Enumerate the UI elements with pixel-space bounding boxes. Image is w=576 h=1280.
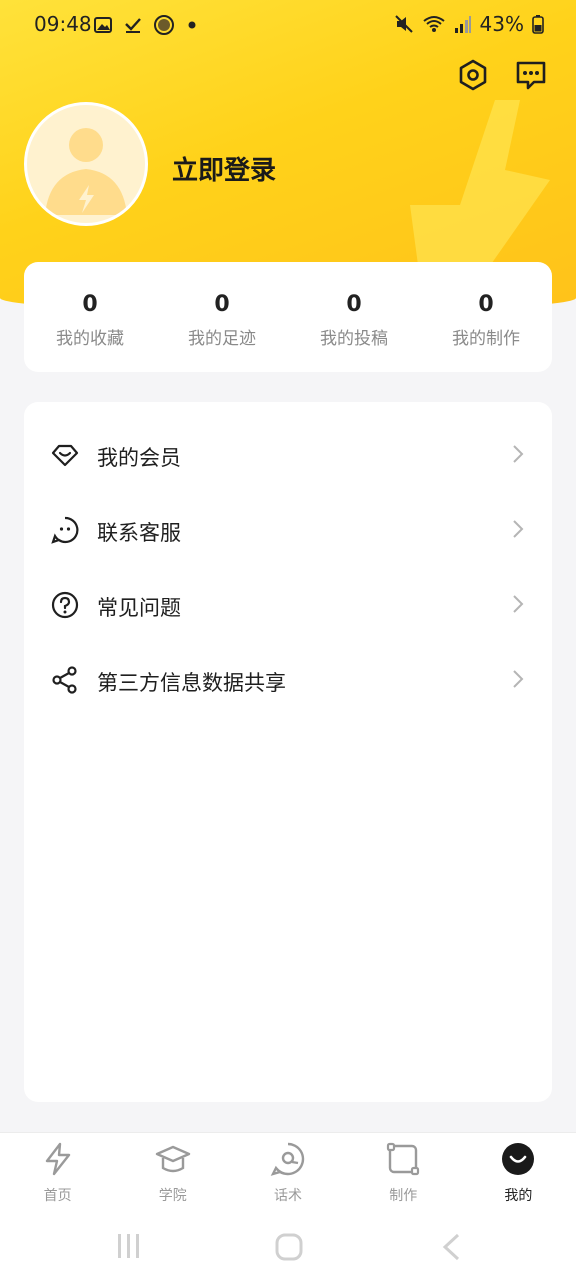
- default-avatar-icon: [45, 128, 127, 215]
- stat-submissions[interactable]: 0 我的投稿: [288, 262, 420, 372]
- circle-app-icon: [154, 15, 174, 35]
- menu-card: 我的会员 联系客服 常见问题 第三方信息数据共享: [24, 402, 552, 1102]
- tab-create[interactable]: 制作: [346, 1133, 461, 1217]
- tab-home[interactable]: 首页: [0, 1133, 115, 1217]
- chevron-right-icon: [513, 595, 524, 613]
- stat-value: 0: [214, 292, 230, 317]
- login-button[interactable]: 立即登录: [172, 150, 276, 187]
- stat-label: 我的制作: [452, 329, 520, 349]
- home-bolt-icon: [45, 1142, 70, 1176]
- system-navigation-bar: [0, 1216, 576, 1280]
- tab-label: 首页: [43, 1188, 72, 1204]
- home-button-icon[interactable]: [274, 1232, 304, 1262]
- avatar[interactable]: [24, 102, 148, 226]
- signal-icon: [454, 16, 471, 33]
- share-icon: [52, 666, 77, 694]
- chevron-right-icon: [513, 445, 524, 463]
- menu-item-customer-service[interactable]: 联系客服: [24, 492, 552, 567]
- tab-academy[interactable]: 学院: [115, 1133, 230, 1217]
- profile-smile-icon: [502, 1143, 535, 1175]
- tab-label: 话术: [274, 1188, 302, 1204]
- graduation-cap-icon: [155, 1145, 190, 1173]
- chat-bubble-icon: [270, 1142, 305, 1176]
- menu-item-label: 常见问题: [97, 596, 181, 620]
- stats-card: 0 我的收藏 0 我的足迹 0 我的投稿 0 我的制作: [24, 262, 552, 372]
- stat-creations[interactable]: 0 我的制作: [420, 262, 552, 372]
- mute-icon: [394, 15, 413, 33]
- bottom-tab-bar: 首页 学院 话术 制作 我的: [0, 1132, 576, 1217]
- stat-value: 0: [82, 292, 98, 317]
- recent-apps-icon[interactable]: [116, 1232, 142, 1260]
- wifi-icon: [422, 16, 445, 32]
- stat-label: 我的足迹: [188, 329, 256, 349]
- menu-item-data-sharing[interactable]: 第三方信息数据共享: [24, 642, 552, 717]
- menu-item-label: 我的会员: [97, 446, 181, 470]
- create-frame-icon: [387, 1142, 420, 1176]
- stat-label: 我的收藏: [56, 329, 124, 349]
- status-bar: 09:48 43%: [0, 0, 576, 48]
- image-icon: [94, 17, 112, 33]
- tab-label: 制作: [389, 1188, 418, 1204]
- check-icon: [125, 18, 141, 33]
- settings-hex-icon[interactable]: [456, 58, 490, 92]
- tab-scripts[interactable]: 话术: [230, 1133, 345, 1217]
- stat-history[interactable]: 0 我的足迹: [156, 262, 288, 372]
- question-icon: [51, 591, 79, 619]
- menu-item-membership[interactable]: 我的会员: [24, 417, 552, 492]
- menu-item-label: 联系客服: [97, 521, 181, 545]
- menu-item-faq[interactable]: 常见问题: [24, 567, 552, 642]
- back-icon[interactable]: [440, 1232, 462, 1262]
- stat-favorites[interactable]: 0 我的收藏: [24, 262, 156, 372]
- tab-label: 学院: [158, 1188, 187, 1204]
- stat-value: 0: [346, 292, 362, 317]
- stat-label: 我的投稿: [320, 329, 388, 349]
- tab-label: 我的: [504, 1188, 533, 1204]
- bolt-decoration-icon: [410, 100, 550, 280]
- status-time: 09:48: [34, 12, 92, 36]
- stat-value: 0: [478, 292, 494, 317]
- tab-profile[interactable]: 我的: [461, 1133, 576, 1217]
- message-icon[interactable]: [514, 58, 548, 92]
- menu-item-label: 第三方信息数据共享: [97, 671, 286, 695]
- chevron-right-icon: [513, 520, 524, 538]
- membership-diamond-icon: [51, 444, 79, 467]
- customer-service-icon: [51, 516, 79, 544]
- battery-icon: [532, 15, 544, 34]
- chevron-right-icon: [513, 670, 524, 688]
- dot-icon: [188, 21, 196, 29]
- battery-percent: 43%: [479, 12, 524, 36]
